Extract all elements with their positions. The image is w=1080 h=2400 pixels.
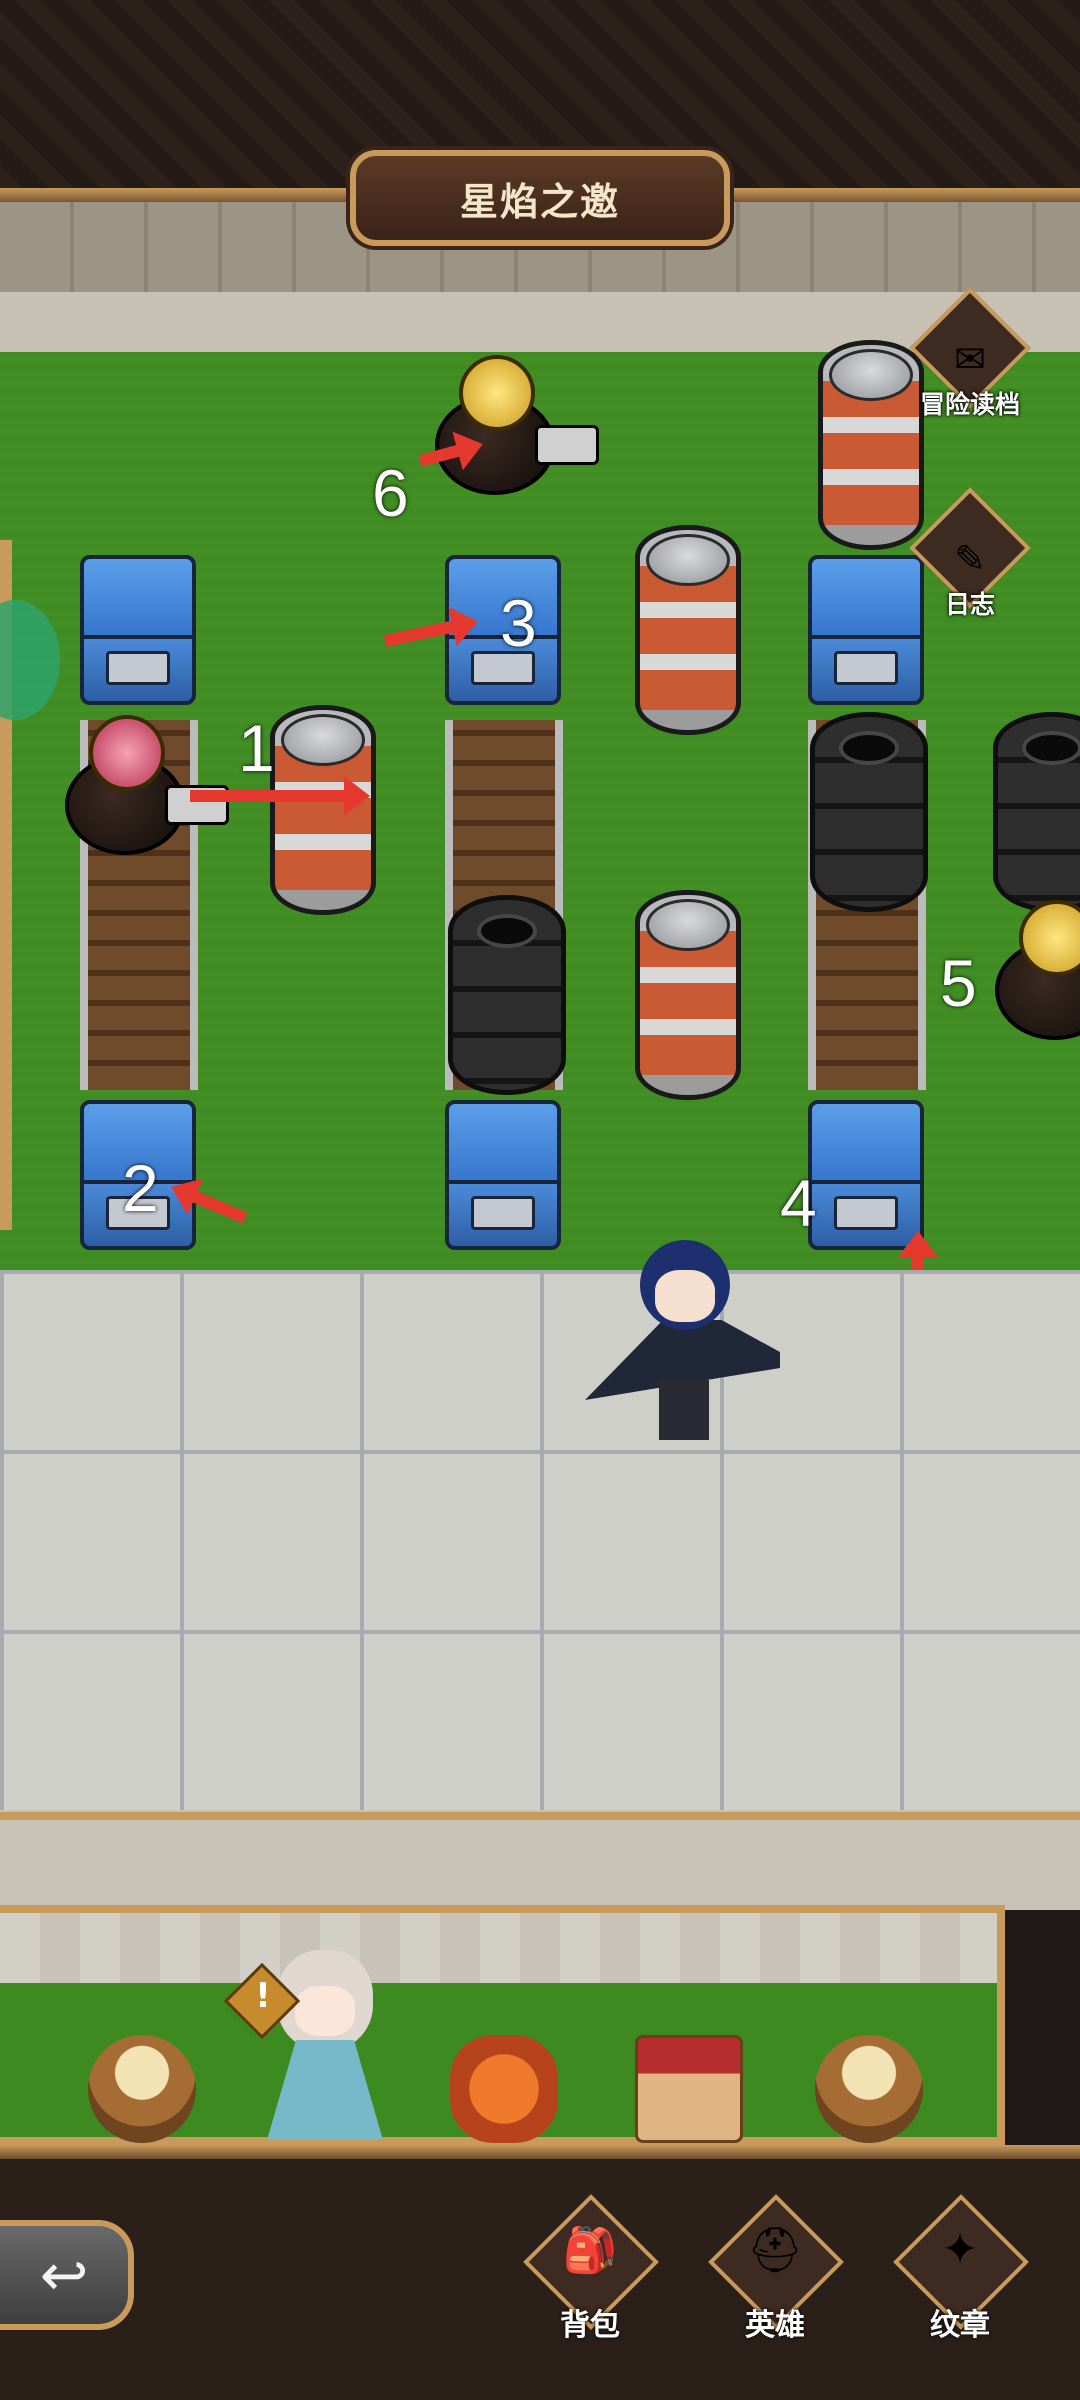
annotation-number: 4: [780, 1166, 817, 1240]
pink-cannon[interactable]: [55, 715, 229, 865]
stone-pavement: [0, 1270, 1080, 1810]
back-arrow-icon: ↩: [39, 2241, 89, 2309]
gold-cannon[interactable]: [425, 355, 599, 505]
helmet-icon: ⛑: [747, 2225, 803, 2276]
annotation-number: 1: [238, 711, 275, 785]
npc-character[interactable]: !: [223, 1950, 395, 2140]
crab-item[interactable]: [450, 2035, 558, 2143]
bottom-trim: [0, 2145, 1080, 2159]
sand-trim: [0, 1812, 1080, 1820]
rice-bowl-item[interactable]: [88, 2035, 196, 2143]
striped-barrel[interactable]: [635, 890, 741, 1100]
sand-strip: [0, 1810, 1080, 1910]
annotation-number: 6: [372, 456, 409, 530]
nav-label: 背包: [560, 2308, 620, 2343]
journal-button[interactable]: ✎ 日志: [905, 487, 1035, 625]
striped-barrel[interactable]: [635, 525, 741, 735]
rice-bowl-item[interactable]: [815, 2035, 923, 2143]
hint-arrow: [190, 776, 370, 816]
envelope-feather-icon: ✉: [954, 337, 986, 381]
hero-button[interactable]: ⛑ 英雄: [700, 2194, 850, 2350]
page-title: 星焰之邀: [459, 179, 620, 224]
tire-stack[interactable]: [448, 895, 566, 1095]
tire-stack[interactable]: [993, 712, 1080, 912]
annotation-number: 5: [940, 946, 977, 1020]
nav-label: 英雄: [745, 2308, 805, 2343]
back-button[interactable]: ↩: [0, 2220, 134, 2330]
title-plate: 星焰之邀: [350, 150, 730, 246]
blue-crate[interactable]: [445, 1100, 561, 1250]
blue-crate[interactable]: [80, 555, 196, 705]
side-button-label: 日志: [944, 590, 995, 619]
annotation-number: 3: [500, 586, 537, 660]
nav-label: 纹章: [930, 2308, 990, 2343]
backpack-icon: 🎒: [562, 2225, 618, 2276]
player-hero[interactable]: [585, 1240, 780, 1445]
alert-icon: !: [255, 1976, 271, 2016]
bean-crate-item[interactable]: [635, 2035, 743, 2143]
adventure-save-button[interactable]: ✉ 冒险读档: [905, 287, 1035, 425]
gold-cannon[interactable]: [985, 900, 1080, 1050]
blue-crate[interactable]: [808, 1100, 924, 1250]
backpack-button[interactable]: 🎒 背包: [515, 2194, 665, 2350]
emblem-icon: ✦: [941, 2224, 979, 2275]
side-button-label: 冒险读档: [919, 390, 1020, 419]
annotation-number: 2: [122, 1151, 159, 1225]
emblem-button[interactable]: ✦ 纹章: [885, 2194, 1035, 2350]
tire-stack[interactable]: [810, 712, 928, 912]
scroll-quill-icon: ✎: [954, 537, 986, 581]
